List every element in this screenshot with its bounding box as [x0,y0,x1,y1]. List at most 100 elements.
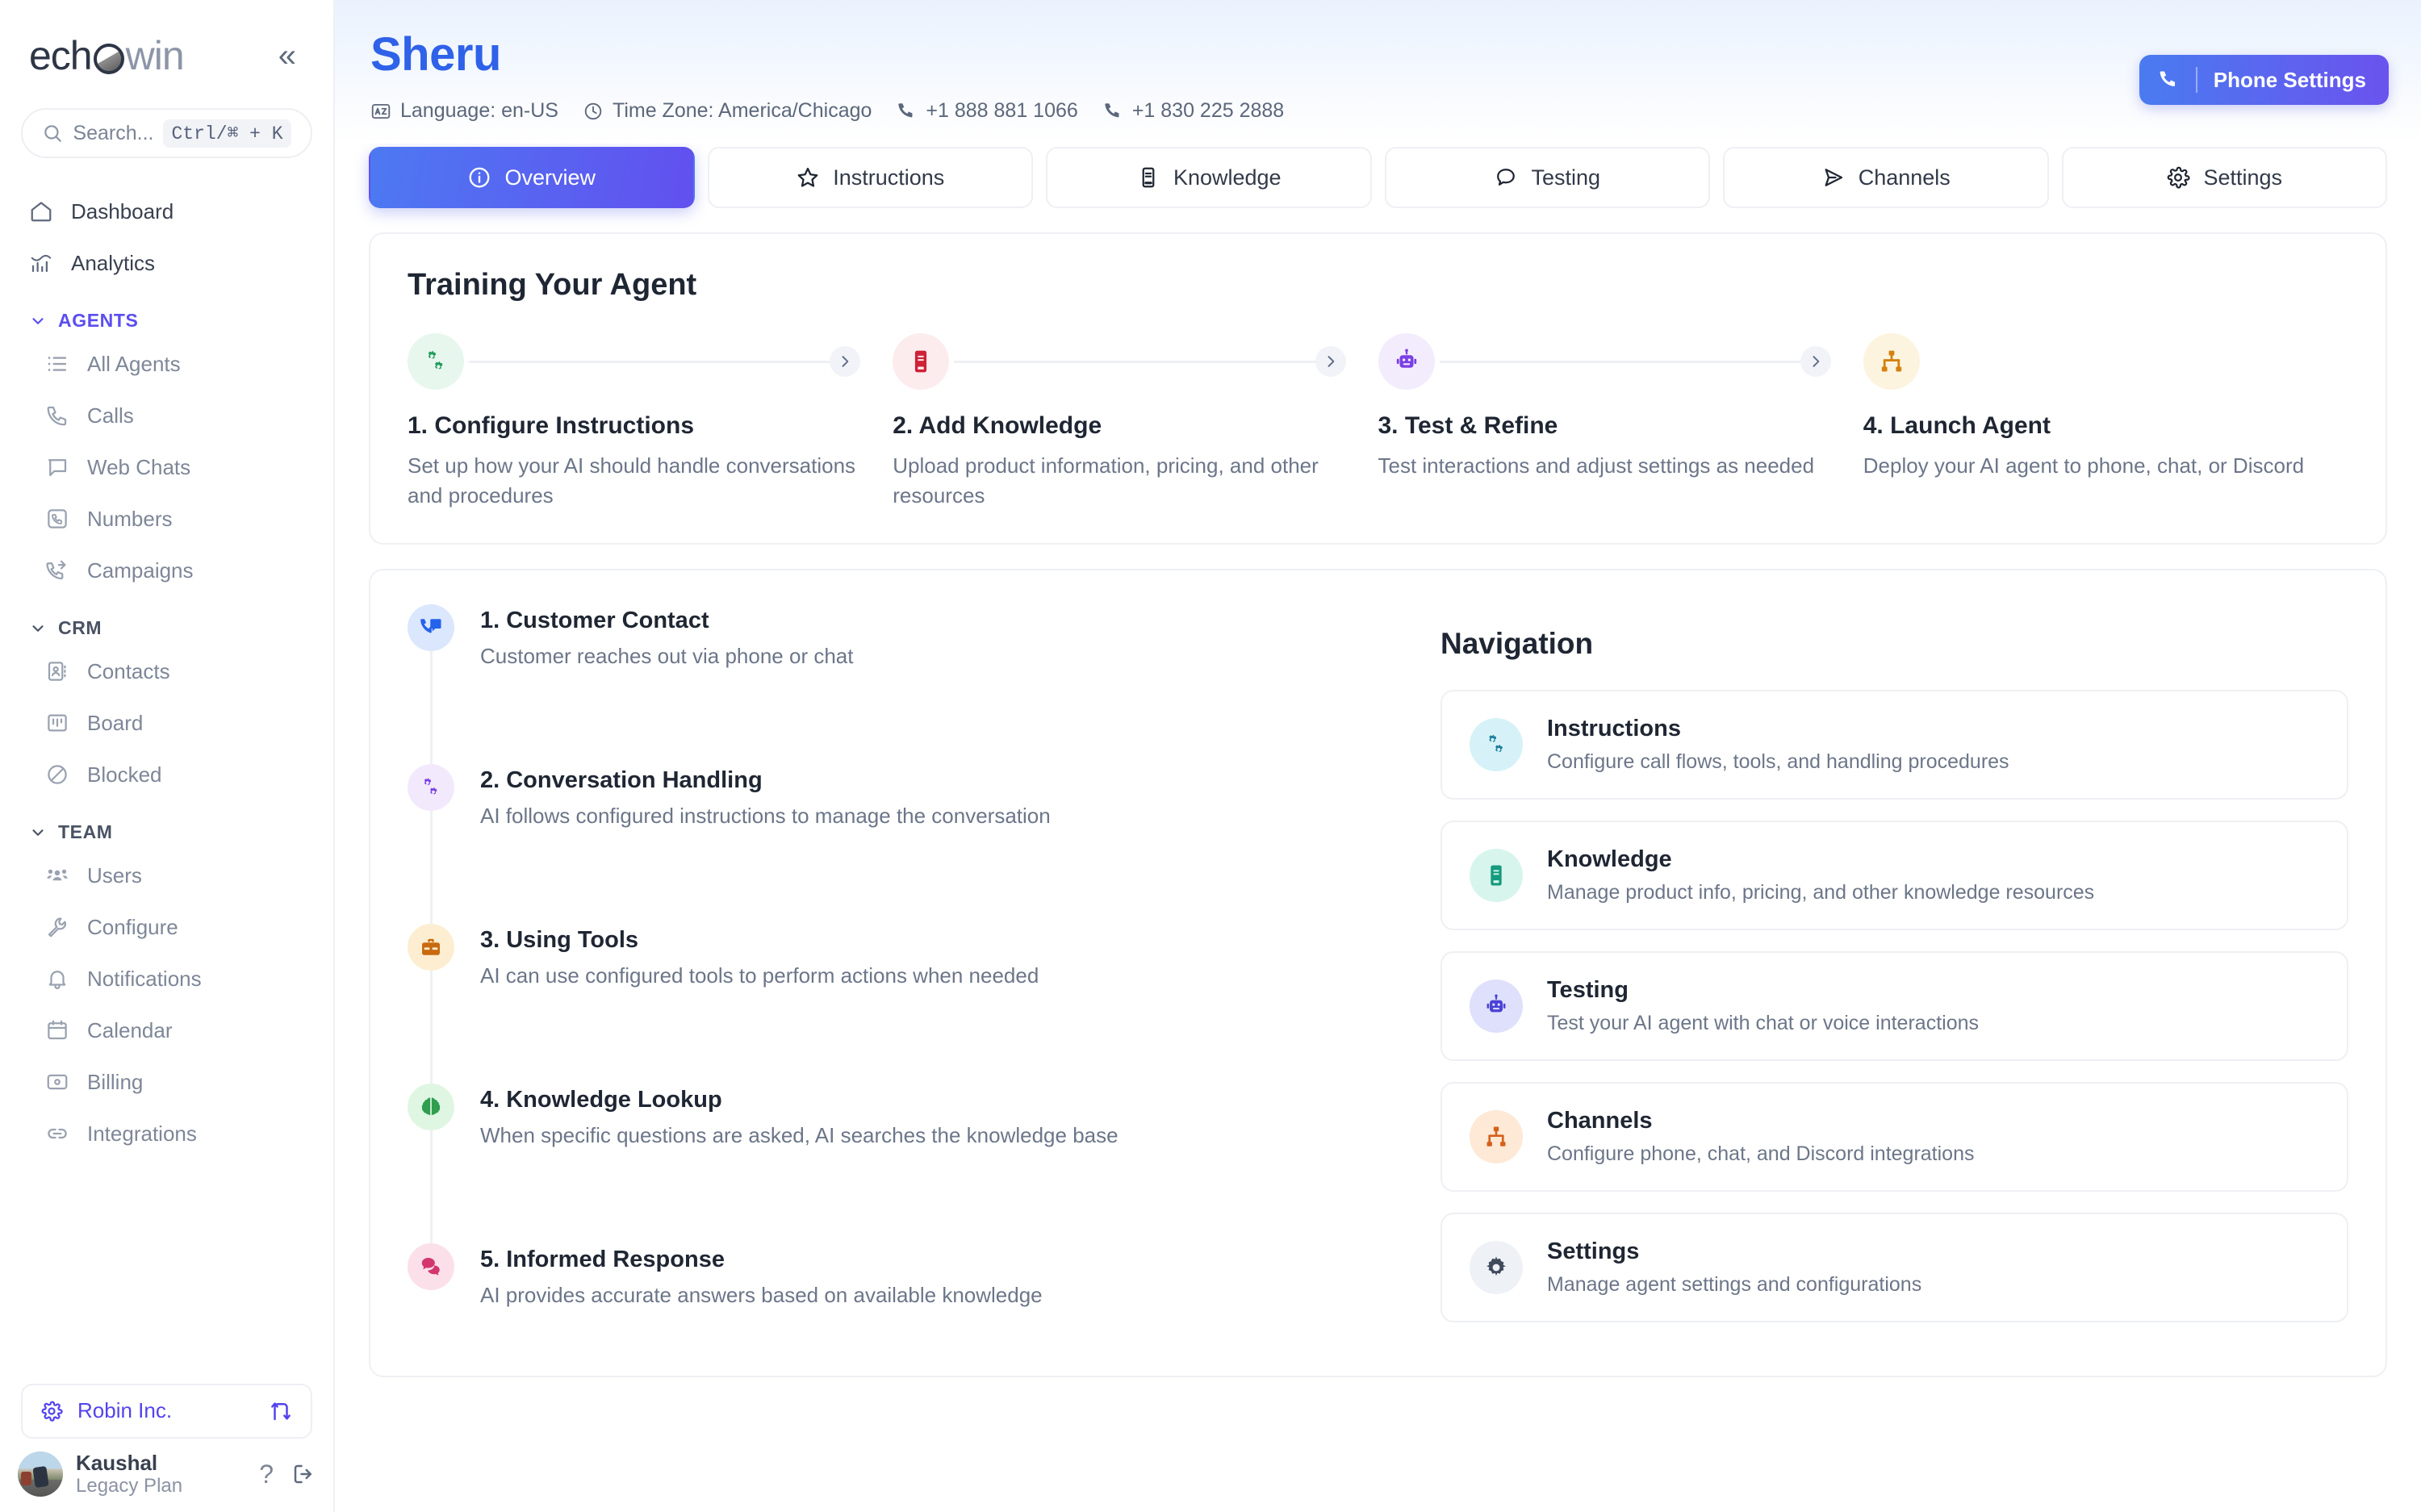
tab-label: Knowledge [1173,165,1282,190]
overview-card: 1. Customer Contact Customer reaches out… [369,568,2387,1377]
sidebar-item-blocked[interactable]: Blocked [16,749,317,800]
page-title: Sheru [370,28,501,81]
sidebar-item-calendar[interactable]: Calendar [16,1005,317,1056]
tab-knowledge[interactable]: Knowledge [1046,147,1372,208]
nav-card-title: Knowledge [1547,846,1672,872]
step-desc: Upload product information, pricing, and… [893,453,1319,507]
tab-instructions[interactable]: Instructions [707,147,1033,208]
step-arrow [830,346,861,377]
nav-card-testing[interactable]: Testing Test your AI agent with chat or … [1440,950,2348,1061]
training-title: Training Your Agent [408,268,697,302]
tab-channels[interactable]: Channels [1723,147,2049,208]
network-icon [1881,350,1901,372]
flow-icon-bubble [408,604,454,651]
nav-card-icon-bubble [1470,848,1523,902]
sidebar-item-label: Notifications [87,966,202,991]
sidebar-group-crm[interactable]: CRM [16,617,317,639]
agent-meta-row: Language: en-US Time Zone: America/Chica… [354,99,2385,123]
meta-phone-2: +1 830 225 2888 [1102,99,1284,123]
flow-desc: When specific questions are asked, AI se… [480,1122,1119,1147]
tab-settings[interactable]: Settings [2061,147,2387,208]
user-account-row[interactable]: Kaushal Legacy Plan ? [0,1451,333,1512]
nav-card-text: Testing Test your AI agent with chat or … [1547,977,1979,1035]
step-desc: Deploy your AI agent to phone, chat, or … [1863,453,2305,478]
step-head [1378,332,1831,391]
sidebar-group-team-items: Users Configure Notifications Calendar B… [16,850,317,1159]
flow-icon-bubble [408,1243,454,1290]
phone-settings-label: Phone Settings [2213,67,2366,92]
flow-desc: AI follows configured instructions to ma… [480,803,1051,828]
sidebar-item-analytics[interactable]: Analytics [16,237,317,289]
nav-card-title: Settings [1547,1238,1640,1264]
page-header: Sheru Language: en-US Time Zone: America… [335,0,2421,144]
sidebar-item-label: Billing [87,1069,144,1094]
nav-card-icon-bubble [1470,1109,1523,1163]
nav-card-channels[interactable]: Channels Configure phone, chat, and Disc… [1440,1081,2348,1192]
brand-row: ech win « [0,0,333,79]
sidebar-item-billing[interactable]: Billing [16,1056,317,1108]
flow-icon-bubble [408,923,454,971]
sidebar-item-integrations[interactable]: Integrations [16,1108,317,1159]
user-meta: Kaushal Legacy Plan [76,1451,241,1497]
robot-icon [1486,994,1506,1013]
logout-icon[interactable] [291,1462,316,1486]
chevron-right-icon [1813,356,1820,367]
flow-desc: AI can use configured tools to perform a… [480,963,1039,988]
step-connector [954,360,1317,363]
sidebar-item-label: Numbers [87,506,173,531]
flow-item: 2. Conversation Handling AI follows conf… [408,763,1392,924]
nav-card-desc: Configure call flows, tools, and handlin… [1547,750,2009,773]
nav-card-icon-bubble [1470,979,1523,1033]
sidebar-group-label: AGENTS [58,310,139,331]
nav-card-knowledge[interactable]: Knowledge Manage product info, pricing, … [1440,820,2348,930]
robot-icon [1396,349,1416,368]
help-icon[interactable]: ? [254,1460,278,1489]
step-head [1863,332,2316,391]
sidebar-item-web-chats[interactable]: Web Chats [16,441,317,493]
switch-org-icon [271,1401,291,1420]
nav-card-settings[interactable]: Settings Manage agent settings and confi… [1440,1212,2348,1322]
meta-timezone-label: Time Zone: America/Chicago [612,99,872,122]
nav-card-instructions[interactable]: Instructions Configure call flows, tools… [1440,689,2348,800]
tab-bar: Overview Instructions Knowledge Testing … [335,147,2421,208]
search-input[interactable]: Search... Ctrl/⌘ + K [21,108,312,158]
chat-bubbles-icon [421,1257,440,1276]
flow-icon-bubble [408,1083,454,1130]
sidebar-item-label: Board [87,710,144,735]
sidebar: ech win « Search... Ctrl/⌘ + K Dashboard… [0,0,335,1512]
training-step-1: 1. Configure Instructions Set up how you… [408,332,893,511]
tab-testing[interactable]: Testing [1384,147,1710,208]
sidebar-group-label: CRM [58,617,102,638]
collapse-sidebar-icon[interactable]: « [270,36,304,75]
sidebar-group-team[interactable]: TEAM [16,821,317,843]
sidebar-item-dashboard[interactable]: Dashboard [16,186,317,237]
step-icon-bubble [1378,333,1435,390]
sidebar-item-label: Blocked [87,762,162,787]
tab-overview[interactable]: Overview [369,147,695,208]
org-switcher[interactable]: Robin Inc. [21,1383,312,1439]
app-logo[interactable]: ech win [29,32,185,79]
list-icon [45,352,69,376]
sidebar-item-users[interactable]: Users [16,850,317,901]
sidebar-item-configure[interactable]: Configure [16,901,317,953]
gears-icon [424,778,437,795]
sidebar-item-calls[interactable]: Calls [16,390,317,441]
button-divider [2195,67,2197,93]
meta-language: Language: en-US [370,99,558,123]
sidebar-item-all-agents[interactable]: All Agents [16,338,317,390]
sidebar-group-agents[interactable]: AGENTS [16,310,317,332]
sidebar-item-contacts[interactable]: Contacts [16,645,317,697]
sidebar-item-board[interactable]: Board [16,697,317,749]
training-steps: 1. Configure Instructions Set up how you… [408,332,2348,511]
sidebar-item-campaigns[interactable]: Campaigns [16,545,317,596]
gears-icon [428,350,443,370]
sidebar-item-numbers[interactable]: Numbers [16,493,317,545]
phone-icon [45,403,69,428]
wrench-icon [45,915,69,939]
sidebar-item-notifications[interactable]: Notifications [16,953,317,1005]
network-icon [1486,1126,1506,1147]
training-step-3: 3. Test & Refine Test interactions and a… [1378,332,1863,511]
phone-settings-button[interactable]: Phone Settings [2139,55,2389,105]
tab-label: Overview [504,165,596,190]
